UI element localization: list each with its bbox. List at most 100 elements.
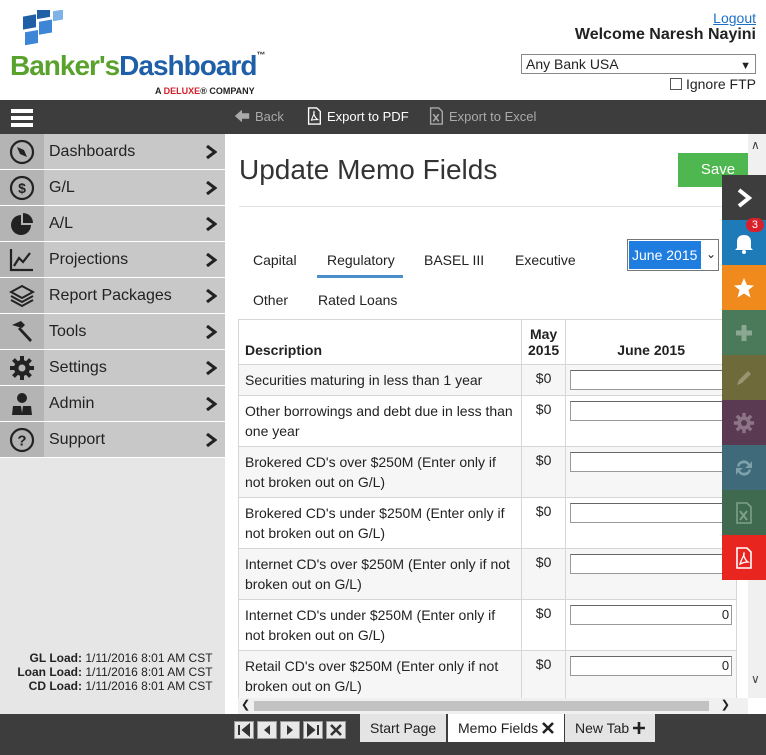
rail-favorites-button[interactable] [722,265,766,310]
tab-label: New Tab [575,720,630,736]
next-tab-button[interactable] [280,721,300,739]
chevron-right-icon [206,181,217,195]
prev-tab-button[interactable] [257,721,277,739]
sidebar-item-dashboards[interactable]: Dashboards [0,134,225,170]
sidebar-item-projections[interactable]: Projections [0,242,225,278]
memo-fields-table: Description May 2015 June 2015 Securitie… [238,319,738,698]
sidebar-item-label: A/L [49,215,74,232]
notification-badge: 3 [745,218,764,232]
logo-cubes-icon [23,10,63,46]
gl-load-row: GL Load: 1/11/2016 8:01 AM CST [29,651,213,665]
tab-label: Memo Fields [458,720,539,736]
last-tab-button[interactable] [303,721,323,739]
logout-link[interactable]: Logout [713,10,756,26]
horizontal-scrollbar[interactable]: ❮ ❯ [238,698,748,714]
pencil-icon [737,370,751,385]
refresh-icon [736,459,752,476]
app-header: Banker'sDashboard™ A DELUXE® COMPANY Log… [0,0,766,100]
logo-wordmark: Banker'sDashboard™ [10,50,265,81]
scroll-left-icon[interactable]: ❮ [241,698,250,711]
tab-executive[interactable]: Executive [515,252,576,268]
memo-value-input[interactable]: 0 [570,656,733,676]
row-prev-value: $0 [520,364,567,396]
sidebar-item-report-packages[interactable]: Report Packages [0,278,225,314]
close-icon[interactable] [542,722,554,734]
rail-settings-button[interactable] [722,400,766,445]
sidebar-item-label: Tools [49,323,87,340]
pdf-file-icon [736,546,752,569]
line-chart-icon [9,248,33,271]
chevron-right-icon [206,289,217,303]
tab-capital[interactable]: Capital [253,252,297,268]
chevron-right-icon [206,433,217,447]
tab-new-tab[interactable]: New Tab [565,714,656,742]
sidebar-item-al[interactable]: A/L [0,206,225,242]
tab-other[interactable]: Other [253,292,288,308]
row-prev-value: $0 [520,599,567,651]
sidebar-item-label: Support [49,431,106,448]
sidebar-item-settings[interactable]: Settings [0,350,225,386]
bankers-dashboard-logo[interactable]: Banker'sDashboard™ A DELUXE® COMPANY [10,10,270,96]
memo-value-input[interactable]: 0 [570,401,733,421]
main-content: Update Memo Fields Save Capital Regulato… [225,134,748,698]
column-header-prev-month: May 2015 [520,319,567,365]
sidebar-item-support[interactable]: ? Support [0,422,225,458]
table-row: Retail CD's over $250M (Enter only if no… [238,650,738,698]
action-rail: 3 [722,175,766,580]
bank-select[interactable]: Any Bank USA ▼ [521,54,756,74]
welcome-text: Welcome Naresh Nayini [574,26,756,43]
memo-value-input[interactable]: 0 [570,605,733,625]
close-all-tabs-button[interactable] [326,721,346,739]
checkbox-box[interactable] [669,78,682,90]
tab-memo-fields[interactable]: Memo Fields [448,714,565,742]
tab-basel-iii[interactable]: BASEL III [424,252,484,268]
compass-icon [9,139,35,164]
table-row: Brokered CD's under $250M (Enter only if… [238,497,738,549]
sidebar-item-admin[interactable]: Admin [0,386,225,422]
scrollbar-thumb[interactable] [254,701,709,711]
month-select[interactable]: June 2015 ⌄ [627,239,719,271]
ignore-ftp-checkbox[interactable]: Ignore FTP [669,76,756,92]
table-row: Internet CD's over $250M (Enter only if … [238,548,738,600]
rail-refresh-button[interactable] [722,445,766,490]
excel-file-icon [429,107,443,125]
rail-notifications-button[interactable]: 3 [722,218,766,265]
sidebar-item-gl[interactable]: $ G/L [0,170,225,206]
tab-regulatory[interactable]: Regulatory [317,252,403,278]
hamburger-menu-icon[interactable] [11,109,33,127]
scroll-down-icon[interactable]: ∨ [751,672,760,686]
back-button[interactable]: Back [233,100,284,134]
tab-start-page[interactable]: Start Page [360,714,447,742]
sidebar-item-tools[interactable]: Tools [0,314,225,350]
memo-value-input[interactable]: 0 [570,554,733,574]
back-arrow-icon [234,109,250,123]
row-description: Internet CD's over $250M (Enter only if … [238,548,522,600]
first-tab-button[interactable] [234,721,254,739]
layers-icon [9,284,35,307]
logo-subtitle: A DELUXE® COMPANY [155,86,255,96]
scroll-up-icon[interactable]: ∧ [751,138,760,152]
export-pdf-button[interactable]: Export to PDF [305,100,409,134]
memo-value-input[interactable]: 0 [570,503,733,523]
close-icon [330,724,342,736]
memo-value-input[interactable]: 0 [570,452,733,472]
chevron-down-icon: ⌄ [705,247,716,261]
rail-edit-button[interactable] [722,355,766,400]
rail-excel-button[interactable] [722,490,766,535]
rail-add-button[interactable] [722,310,766,355]
memo-value-input[interactable]: 0 [570,370,733,390]
row-description: Brokered CD's under $250M (Enter only if… [238,497,522,549]
sidebar: Dashboards $ G/L A/L Projections Report … [0,134,225,714]
plus-icon[interactable] [633,722,646,734]
row-prev-value: $0 [520,446,567,498]
next-icon [287,725,293,735]
scroll-right-icon[interactable]: ❯ [721,698,730,711]
export-excel-button[interactable]: Export to Excel [427,100,536,134]
rail-collapse-button[interactable] [722,175,766,220]
star-icon [734,277,754,297]
ignore-ftp-label: Ignore FTP [685,76,756,92]
rail-pdf-button[interactable] [722,535,766,580]
chevron-down-icon: ▼ [740,60,751,72]
tab-rated-loans[interactable]: Rated Loans [318,292,397,308]
table-row: Brokered CD's over $250M (Enter only if … [238,446,738,498]
